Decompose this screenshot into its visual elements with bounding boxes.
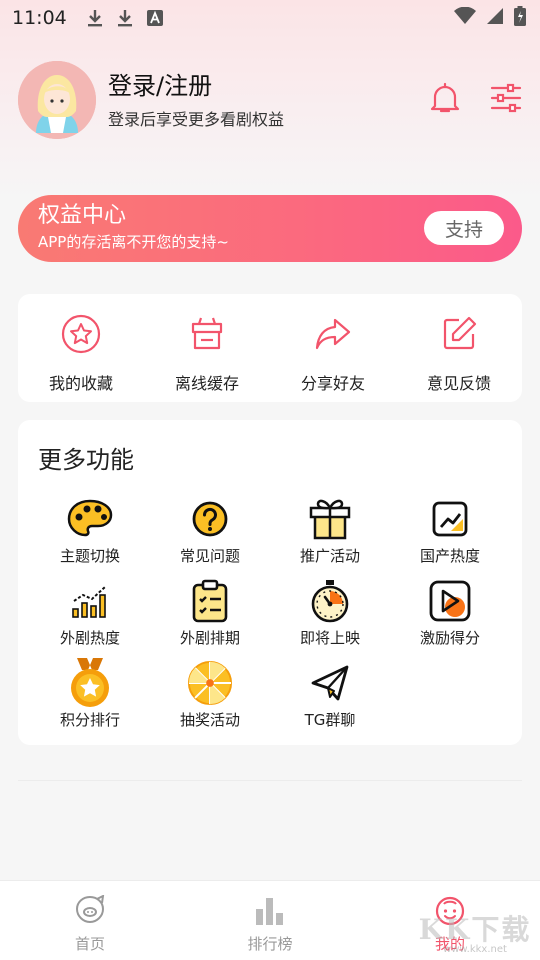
nav-label: 首页: [74, 935, 105, 953]
watermark-logo-text: KK下载: [418, 912, 532, 946]
function-coming-soon[interactable]: 即将上映: [270, 578, 390, 648]
trend-chart-icon: [427, 496, 473, 542]
nav-home[interactable]: 首页: [0, 881, 180, 960]
login-title[interactable]: 登录/注册: [108, 70, 284, 102]
function-label: 主题切换: [59, 547, 120, 565]
quick-action-share[interactable]: 分享好友: [270, 294, 396, 402]
clipboard-icon: [187, 578, 233, 624]
status-time: 11:04: [12, 7, 67, 29]
function-label: 抽奖活动: [179, 711, 240, 729]
download-status-icon: [87, 9, 103, 27]
status-bar: 11:04: [0, 0, 540, 36]
function-label: 国产热度: [419, 547, 480, 565]
quick-action-favorites[interactable]: 我的收藏: [18, 294, 144, 402]
function-label: 外剧排期: [179, 629, 240, 647]
more-functions-card: 更多功能 主题切换 常见问题 推广活动 国产热度 外剧热度 外剧排期 即将上映 …: [18, 420, 522, 745]
function-label: 即将上映: [299, 629, 360, 647]
signal-icon: [486, 7, 504, 29]
quick-actions-card: 我的收藏 离线缓存 分享好友 意见反馈: [18, 294, 522, 402]
function-promotion[interactable]: 推广活动: [270, 496, 390, 566]
function-foreign-heat[interactable]: 外剧热度: [30, 578, 150, 648]
quick-action-offline-cache[interactable]: 离线缓存: [144, 294, 270, 402]
telegram-icon: [307, 660, 353, 706]
question-icon: [187, 496, 233, 542]
watermark: KK下载 www.kkx.net: [416, 906, 534, 956]
function-label: 推广活动: [299, 547, 360, 565]
quick-action-feedback[interactable]: 意见反馈: [396, 294, 522, 402]
function-label: 积分排行: [59, 711, 120, 729]
prize-wheel-icon: [187, 660, 233, 706]
function-incentive-score[interactable]: 激励得分: [390, 578, 510, 648]
settings-sliders-icon[interactable]: [490, 83, 522, 117]
function-domestic-heat[interactable]: 国产热度: [390, 496, 510, 566]
divider: [18, 780, 522, 781]
gift-icon: [307, 496, 353, 542]
download-status-icon: [117, 9, 133, 27]
download-box-icon: [187, 314, 227, 358]
edit-icon: [439, 314, 479, 358]
nav-label: 排行榜: [247, 935, 293, 953]
bell-icon[interactable]: [430, 82, 460, 118]
wifi-icon: [454, 6, 476, 29]
quick-action-label: 意见反馈: [426, 374, 491, 393]
function-theme-switch[interactable]: 主题切换: [30, 496, 150, 566]
quick-action-label: 我的收藏: [48, 374, 113, 393]
quick-action-label: 分享好友: [300, 374, 365, 393]
ranking-bars-icon: [253, 895, 287, 931]
battery-icon: [514, 6, 526, 30]
home-pig-icon: [73, 894, 107, 931]
share-arrow-icon: [313, 314, 353, 358]
function-points-ranking[interactable]: 积分排行: [30, 658, 150, 730]
function-label: 外剧热度: [59, 629, 120, 647]
avatar[interactable]: [18, 61, 96, 139]
profile-header[interactable]: 登录/注册 登录后享受更多看剧权益: [18, 60, 522, 140]
function-label: TG群聊: [304, 711, 356, 729]
function-lottery[interactable]: 抽奖活动: [150, 660, 270, 730]
watermark-url: www.kkx.net: [443, 943, 507, 955]
keyboard-status-icon: [146, 10, 163, 26]
palette-icon: [67, 496, 113, 542]
function-label: 常见问题: [179, 547, 240, 565]
stopwatch-icon: [307, 578, 353, 624]
function-tg-group[interactable]: TG群聊: [270, 660, 390, 730]
bar-chart-icon: [67, 578, 113, 624]
medal-icon: [67, 658, 113, 707]
function-faq[interactable]: 常见问题: [150, 496, 270, 566]
login-subtitle: 登录后享受更多看剧权益: [108, 110, 285, 129]
play-badge-icon: [427, 578, 473, 624]
nav-ranking[interactable]: 排行榜: [180, 881, 360, 960]
star-circle-icon: [61, 314, 101, 358]
function-label: 激励得分: [419, 629, 480, 647]
support-button[interactable]: 支持: [424, 211, 504, 245]
benefit-center-banner[interactable]: 权益中心 APP的存活离不开您的支持~ 支持: [18, 195, 522, 262]
quick-action-label: 离线缓存: [174, 374, 239, 393]
function-foreign-schedule[interactable]: 外剧排期: [150, 578, 270, 648]
more-functions-title: 更多功能: [38, 446, 134, 474]
